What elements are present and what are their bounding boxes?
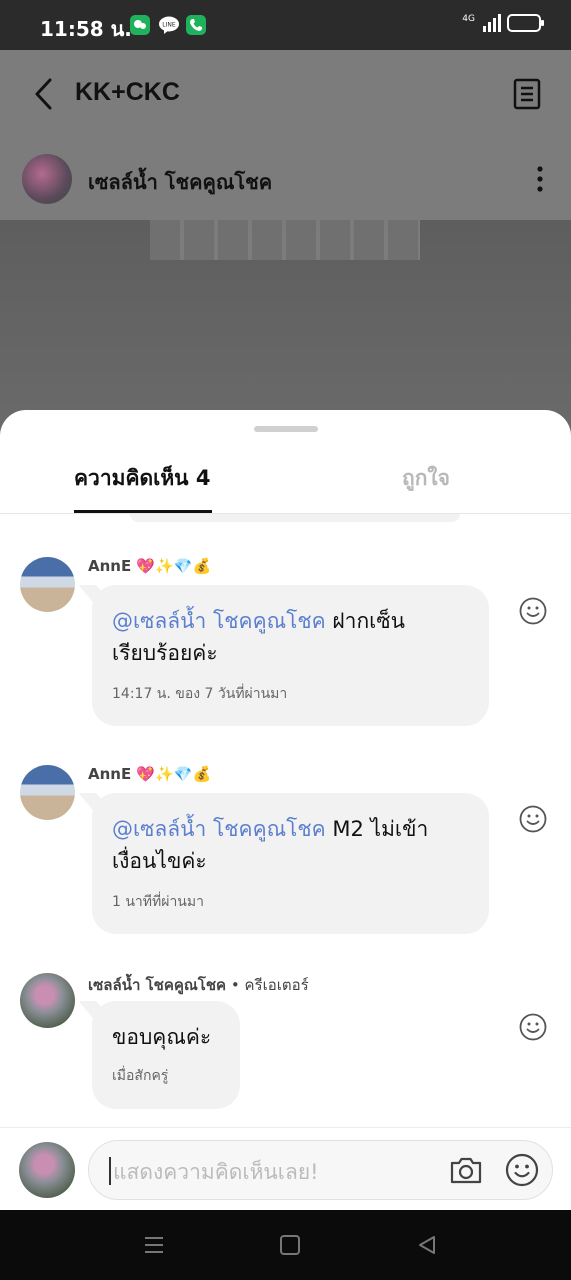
creator-name[interactable]: เซลล์น้ำ โชคคูณโชค xyxy=(88,976,226,994)
comment-time: เมื่อสักครู่ xyxy=(112,1068,169,1084)
commenter-avatar[interactable] xyxy=(20,973,75,1028)
comment-time: 1 นาทีที่ผ่านมา xyxy=(112,894,204,910)
drag-handle[interactable] xyxy=(254,426,318,432)
tab-comments[interactable]: ความคิดเห็น 4 xyxy=(74,462,210,495)
emoji-picker-icon[interactable] xyxy=(505,1153,539,1187)
composer-divider xyxy=(0,1127,571,1128)
line-notification-icon: LINE xyxy=(158,15,179,35)
battery-icon xyxy=(507,14,544,32)
recent-apps-icon[interactable] xyxy=(143,1236,165,1254)
comment-text: ขอบคุณค่ะ xyxy=(112,1025,212,1049)
status-indicators: 4G xyxy=(462,14,544,32)
commenter-name[interactable]: เซลล์น้ำ โชคคูณโชค • ครีเอเตอร์ xyxy=(88,973,309,997)
status-bar: 11:58 น. LINE 4G xyxy=(0,0,571,50)
wechat-notification-icon xyxy=(130,15,150,35)
more-options-icon[interactable] xyxy=(530,164,550,194)
my-avatar xyxy=(19,1142,75,1198)
post-author-row: เซลล์น้ำ โชคคูณโชค xyxy=(0,140,571,220)
text-caret xyxy=(109,1157,111,1185)
comment-input-placeholder: แสดงความคิดเห็นเลย! xyxy=(113,1160,319,1184)
chat-title: KK+CKC xyxy=(75,78,180,106)
comment-text-part: M2 ไม่เข้า xyxy=(325,817,429,841)
document-image xyxy=(150,220,420,260)
comment-text: @เซลล์น้ำ โชคคูณโชค M2 ไม่เข้าเงื่อนไขค่… xyxy=(112,813,469,877)
home-icon[interactable] xyxy=(280,1235,300,1255)
post-image xyxy=(0,220,571,430)
react-emoji-icon[interactable] xyxy=(519,805,547,833)
back-arrow-icon[interactable] xyxy=(30,76,58,112)
tab-likes[interactable]: ถูกใจ xyxy=(402,462,450,495)
system-nav-bar xyxy=(0,1210,571,1280)
previous-comment-bubble xyxy=(130,514,460,522)
commenter-avatar[interactable] xyxy=(20,765,75,820)
network-type: 4G xyxy=(462,14,475,24)
notes-icon[interactable] xyxy=(512,78,542,110)
post-author-avatar[interactable] xyxy=(22,154,72,204)
comment-bubble[interactable]: ขอบคุณค่ะ เมื่อสักครู่ xyxy=(92,1001,240,1109)
comment-text-part: เงื่อนไขค่ะ xyxy=(112,849,207,873)
camera-icon[interactable] xyxy=(449,1154,483,1186)
mention-link[interactable]: @เซลล์น้ำ โชคคูณโชค xyxy=(112,609,326,633)
phone-notification-icon xyxy=(186,15,206,35)
background-chat: KK+CKC เซลล์น้ำ โชคคูณโชค xyxy=(0,50,571,430)
mention-link[interactable]: @เซลล์น้ำ โชคคูณโชค xyxy=(112,817,326,841)
chat-header: KK+CKC xyxy=(0,50,571,140)
comment-text-part: เรียบร้อยค่ะ xyxy=(112,641,218,665)
comment-text: @เซลล์น้ำ โชคคูณโชค ฝากเซ็นเรียบร้อยค่ะ xyxy=(112,605,469,669)
commenter-name[interactable]: AnnE 💖✨💎💰 xyxy=(88,765,211,783)
comment-input[interactable]: แสดงความคิดเห็นเลย! xyxy=(88,1140,553,1200)
nav-back-icon[interactable] xyxy=(416,1234,438,1256)
creator-badge: • ครีเอเตอร์ xyxy=(226,976,309,994)
comment-time: 14:17 น. ของ 7 วันที่ผ่านมา xyxy=(112,686,288,702)
react-emoji-icon[interactable] xyxy=(519,1013,547,1041)
commenter-name[interactable]: AnnE 💖✨💎💰 xyxy=(88,557,211,575)
status-time: 11:58 น. xyxy=(40,17,132,41)
react-emoji-icon[interactable] xyxy=(519,597,547,625)
comment-bubble[interactable]: @เซลล์น้ำ โชคคูณโชค M2 ไม่เข้าเงื่อนไขค่… xyxy=(92,793,489,934)
svg-text:LINE: LINE xyxy=(162,22,176,29)
signal-icon xyxy=(483,14,501,32)
comment-text-part: ฝากเซ็น xyxy=(325,609,405,633)
post-author-name[interactable]: เซลล์น้ำ โชคคูณโชค xyxy=(88,166,272,198)
comment-bubble[interactable]: @เซลล์น้ำ โชคคูณโชค ฝากเซ็น เรียบร้อยค่ะ … xyxy=(92,585,489,726)
commenter-avatar[interactable] xyxy=(20,557,75,612)
